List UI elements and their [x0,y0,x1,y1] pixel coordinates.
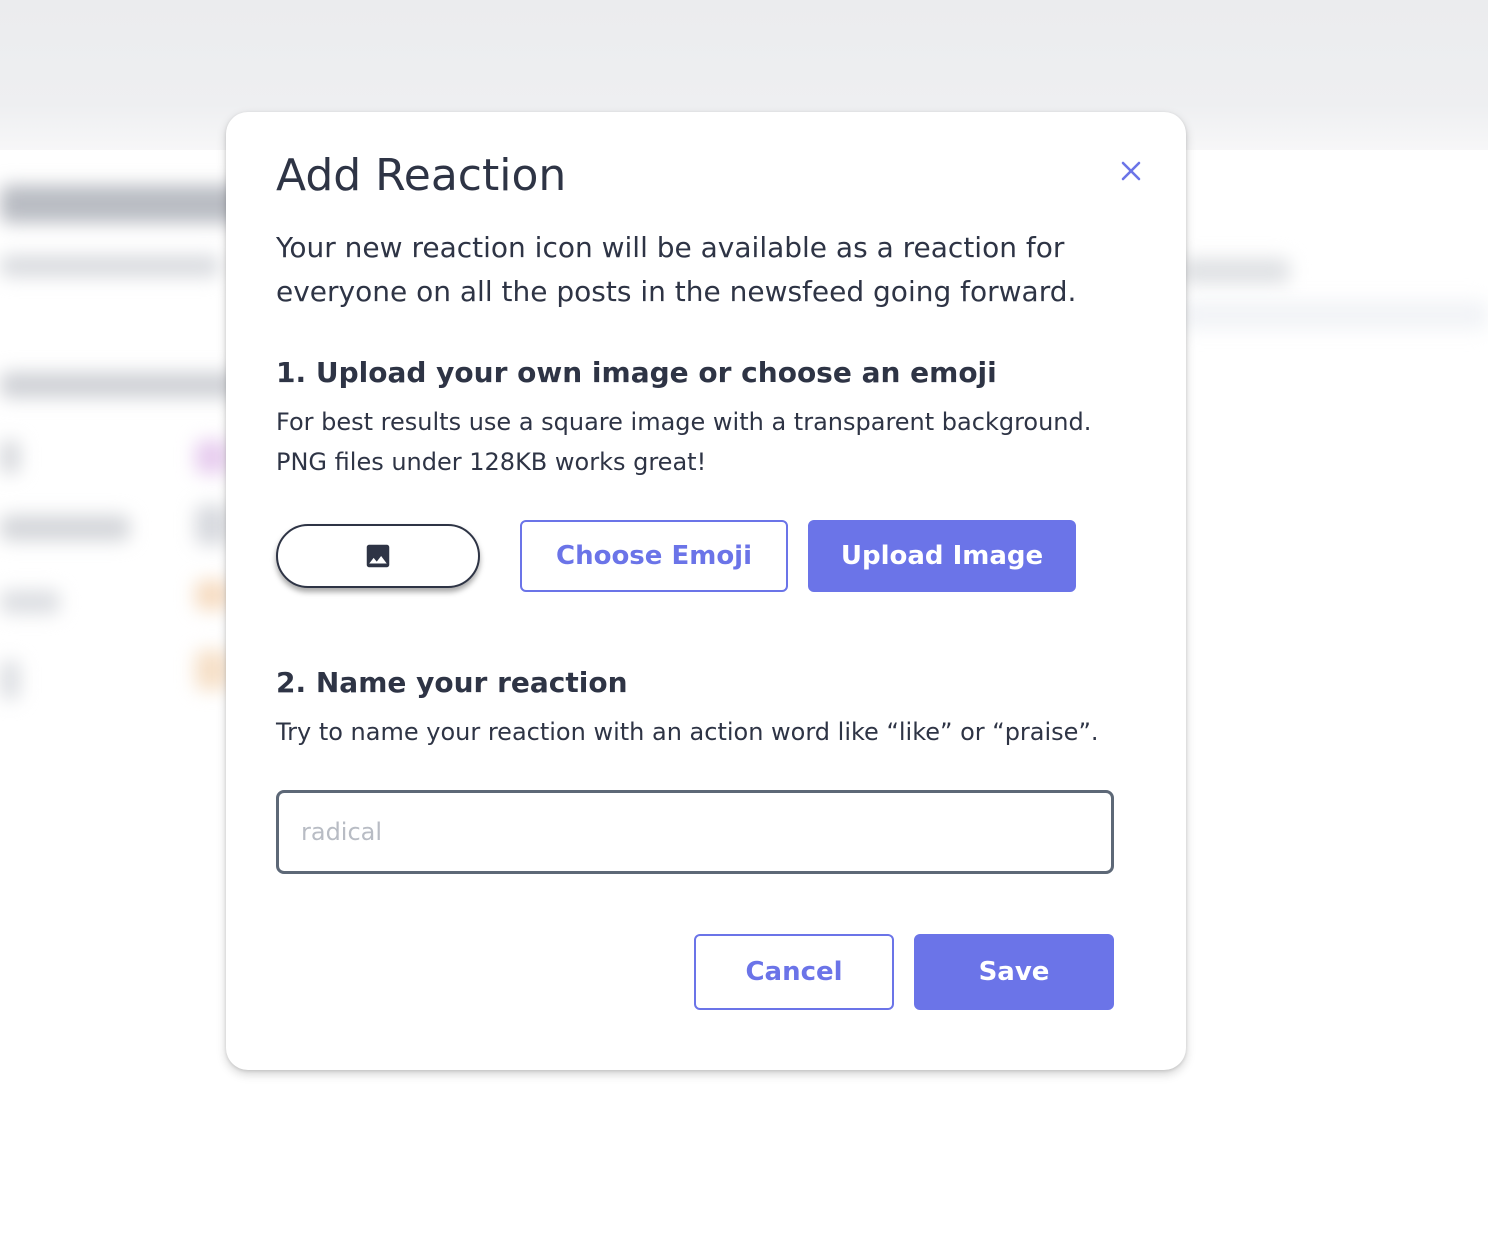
background-blur [1180,258,1290,284]
step1-help-line2: PNG files under 128KB works great! [276,448,707,476]
image-icon [366,544,390,568]
background-blur [0,660,20,700]
background-blur [1180,300,1488,330]
reaction-name-input[interactable] [276,790,1114,874]
cancel-button[interactable]: Cancel [694,934,894,1010]
close-button[interactable] [1116,156,1146,186]
background-blur [0,590,60,614]
step2-help: Try to name your reaction with an action… [276,718,1099,746]
dialog-title: Add Reaction [276,150,567,201]
background-blur [195,580,229,610]
step1-heading: 1. Upload your own image or choose an em… [276,356,997,389]
background-blur [0,515,130,541]
background-blur [0,255,220,277]
background-blur [195,650,229,690]
step1-help: For best results use a square image with… [276,402,1136,482]
reaction-preview[interactable] [276,524,480,588]
background-blur [0,185,260,223]
background-blur [0,440,20,474]
choose-emoji-button[interactable]: Choose Emoji [520,520,788,592]
step2-heading: 2. Name your reaction [276,666,628,699]
background-blur [195,505,229,545]
upload-image-button[interactable]: Upload Image [808,520,1076,592]
background-blur [195,440,229,474]
step1-help-line1: For best results use a square image with… [276,408,1092,436]
add-reaction-dialog: Add Reaction Your new reaction icon will… [226,112,1186,1070]
dialog-intro: Your new reaction icon will be available… [276,231,1077,308]
background-blur [0,372,240,398]
close-icon [1121,161,1141,181]
save-button[interactable]: Save [914,934,1114,1010]
